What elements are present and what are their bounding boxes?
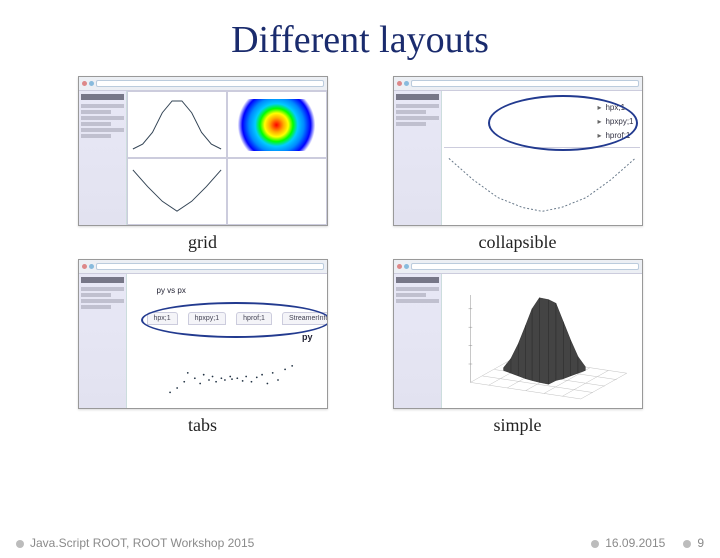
browser-chrome bbox=[394, 260, 642, 274]
footer-date: 16.09.2015 bbox=[591, 536, 665, 550]
panel-collapsible: hpx;1 hpxpy;1 hprof;1 collapsible bbox=[375, 76, 660, 253]
panel-grid: grid bbox=[60, 76, 345, 253]
footer-page: 9 bbox=[683, 536, 704, 550]
sidebar bbox=[79, 91, 127, 225]
plot-parabola bbox=[444, 147, 640, 222]
sidebar bbox=[394, 274, 442, 408]
caption-simple: simple bbox=[494, 415, 542, 436]
sidebar bbox=[79, 274, 127, 408]
panel-tabs: py vs px hpx;1 hpxpy;1 hprof;1 StreamerI… bbox=[60, 259, 345, 436]
plot-scatter bbox=[157, 357, 307, 401]
caption-tabs: tabs bbox=[188, 415, 217, 436]
annotation-ellipse bbox=[141, 302, 328, 338]
caption-grid: grid bbox=[188, 232, 217, 253]
heatmap-icon bbox=[237, 99, 315, 151]
plot-heatmap bbox=[227, 91, 327, 158]
sidebar bbox=[394, 91, 442, 225]
panel-simple: simple bbox=[375, 259, 660, 436]
screenshot-simple bbox=[393, 259, 643, 409]
caption-collapsible: collapsible bbox=[479, 232, 557, 253]
browser-chrome bbox=[79, 260, 327, 274]
page-title: Different layouts bbox=[0, 18, 720, 62]
footer-left: Java.Script ROOT, ROOT Workshop 2015 bbox=[16, 536, 254, 550]
browser-chrome bbox=[79, 77, 327, 91]
plot-3d-lego bbox=[452, 280, 636, 402]
slide-footer: Java.Script ROOT, ROOT Workshop 2015 16.… bbox=[0, 536, 720, 550]
browser-chrome bbox=[394, 77, 642, 91]
plot-gaussian bbox=[127, 91, 227, 158]
layout-grid: grid hpx;1 hpxpy;1 hprof;1 bbox=[0, 76, 720, 436]
screenshot-tabs: py vs px hpx;1 hpxpy;1 hprof;1 StreamerI… bbox=[78, 259, 328, 409]
screenshot-grid bbox=[78, 76, 328, 226]
scatter-axis-label: py bbox=[302, 332, 313, 342]
plot-profile bbox=[127, 158, 227, 225]
annotation-ellipse bbox=[488, 95, 638, 151]
tab-header: py vs px bbox=[157, 286, 186, 295]
screenshot-collapsible: hpx;1 hpxpy;1 hprof;1 bbox=[393, 76, 643, 226]
plot-empty bbox=[227, 158, 327, 225]
